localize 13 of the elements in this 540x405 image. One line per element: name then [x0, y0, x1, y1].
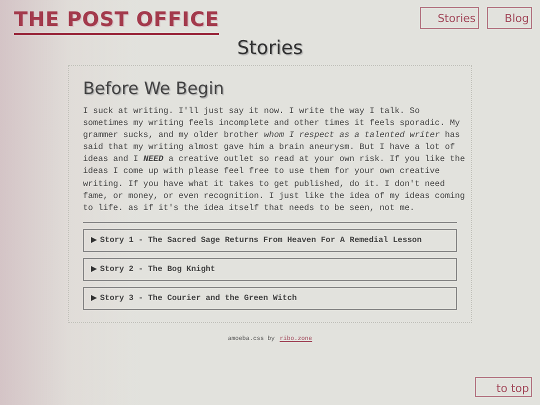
to-top-button[interactable]: to top [475, 377, 532, 397]
story-disclosure[interactable]: Story 3 - The Courier and the Green Witch [83, 286, 457, 310]
page-heading: Stories [236, 37, 304, 59]
story-title: Story 2 - The Bog Knight [100, 264, 216, 274]
nav-button[interactable]: Blog [486, 7, 532, 29]
nav-button[interactable]: Stories [420, 7, 479, 29]
story-title: Story 1 - The Sacred Sage Returns From Heaven For A Remedial Lesson [100, 236, 422, 245]
section-heading: Before We Begin [83, 79, 226, 99]
story-disclosure[interactable]: Story 2 - The Bog Knight [83, 258, 457, 281]
site-title[interactable]: THE POST OFFICE [14, 7, 220, 35]
story-disclosure[interactable]: Story 1 - The Sacred Sage Returns From Heaven For A Remedial Lesson [83, 228, 457, 252]
story-title: Story 3 - The Courier and the Green Witch [100, 294, 297, 303]
intro-paragraph: I suck at writing. I'll just say it now. I write the way I talk. So sometimes my writing feels incomplete and other times it feels sporadic. My grammer sucks, and my older brother whom I respect as a talented writer has said that my writing almost gave him a brain aneurysm. But I have a lot of ideas and I NEED a creative outlet so read at your own risk. If you like the ideas I come up with please feel free to use them for your own creative writing. If you have what it takes to get published, do it. I don't need fame, or money, or even recognition. I just like the idea of my ideas coming to life. as if it's the idea itself that needs to be seen, not me. [83, 105, 465, 214]
